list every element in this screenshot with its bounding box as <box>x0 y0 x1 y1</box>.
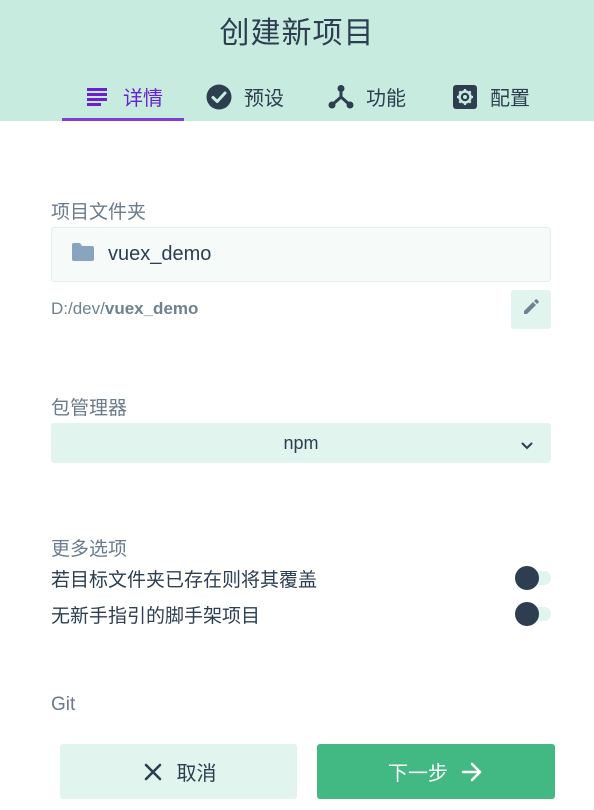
fork-icon <box>328 84 354 110</box>
option-bare-label: 无新手指引的脚手架项目 <box>51 605 261 627</box>
more-options-label: 更多选项 <box>51 539 128 560</box>
path-folder-name: vuex_demo <box>104 299 199 318</box>
page-title: 创建新项目 <box>219 17 375 50</box>
tab-features[interactable]: 功能 <box>328 72 406 121</box>
check-circle-icon <box>206 84 232 110</box>
tab-bar: 详情 预设 功能 配置 <box>0 72 594 121</box>
tab-details[interactable]: 详情 <box>85 72 163 121</box>
tab-features-label: 功能 <box>366 88 406 110</box>
gear-icon <box>452 84 478 110</box>
edit-path-button[interactable] <box>511 290 551 329</box>
bare-toggle[interactable] <box>515 602 551 626</box>
git-label: Git <box>51 694 76 715</box>
tab-details-label: 详情 <box>123 88 163 110</box>
option-row-overwrite: 若目标文件夹已存在则将其覆盖 <box>51 565 551 591</box>
toggle-knob <box>515 566 539 590</box>
tab-presets-label: 预设 <box>244 88 284 110</box>
next-label: 下一步 <box>388 763 448 785</box>
cancel-label: 取消 <box>176 763 217 785</box>
tab-config-label: 配置 <box>490 88 530 110</box>
pencil-icon <box>523 299 539 320</box>
project-path: D:/dev/vuex_demo <box>51 299 198 319</box>
arrow-right-icon <box>460 760 484 784</box>
project-folder-value: vuex_demo <box>108 243 212 265</box>
close-icon <box>141 760 165 784</box>
active-tab-indicator <box>62 118 184 121</box>
option-row-bare: 无新手指引的脚手架项目 <box>51 601 551 627</box>
tab-config[interactable]: 配置 <box>452 72 530 121</box>
project-folder-label: 项目文件夹 <box>51 202 147 223</box>
cancel-button[interactable]: 取消 <box>60 744 297 799</box>
folder-icon <box>72 243 94 266</box>
tab-presets[interactable]: 预设 <box>206 72 284 121</box>
toggle-knob <box>515 602 539 626</box>
package-manager-label: 包管理器 <box>51 398 128 419</box>
next-step-button[interactable]: 下一步 <box>317 744 555 799</box>
header: 创建新项目 详情 预设 功能 配置 <box>0 0 594 121</box>
list-icon <box>85 84 111 110</box>
chevron-down-icon <box>521 435 533 456</box>
project-folder-field[interactable]: vuex_demo <box>51 227 551 282</box>
option-overwrite-label: 若目标文件夹已存在则将其覆盖 <box>51 569 318 591</box>
path-prefix: D:/dev/ <box>51 299 105 318</box>
package-manager-select[interactable]: npm <box>51 423 551 463</box>
overwrite-toggle[interactable] <box>515 566 551 590</box>
package-manager-value: npm <box>283 432 319 453</box>
